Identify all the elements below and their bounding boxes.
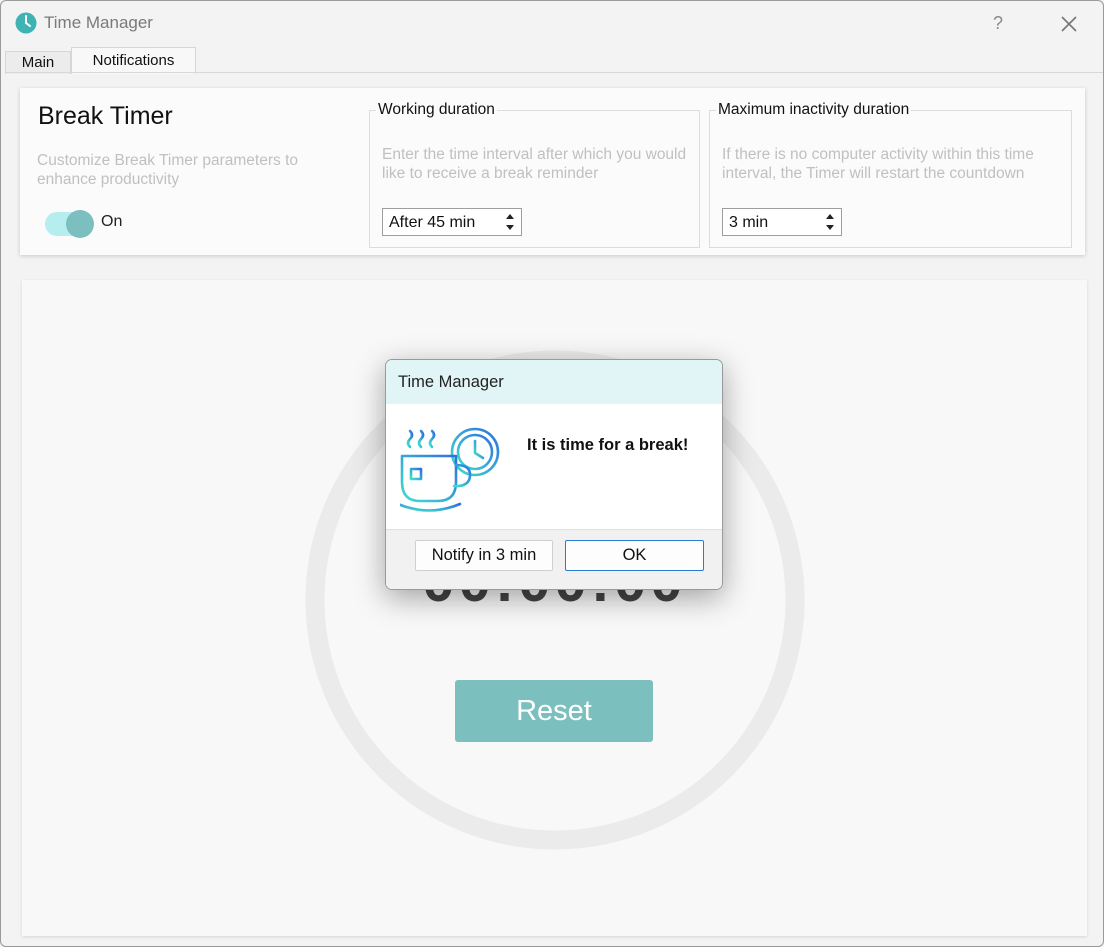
dialog-title: Time Manager (398, 373, 504, 391)
inactivity-duration-spinbox[interactable]: 3 min (722, 208, 842, 236)
title-bar: Time Manager ? (1, 1, 1103, 45)
inactivity-duration-description: If there is no computer activity within … (722, 146, 1034, 182)
toggle-state-label: On (101, 213, 123, 230)
toggle-knob (66, 210, 94, 238)
spin-arrows (821, 211, 839, 233)
inactivity-duration-value[interactable]: 3 min (729, 214, 768, 232)
coffee-cup-clock-icon (400, 427, 500, 512)
tab-divider (5, 72, 1103, 73)
app-window: Time Manager ? Main Notifications Break … (0, 0, 1104, 947)
dialog-message: It is time for a break! (527, 436, 689, 454)
notify-later-button[interactable]: Notify in 3 min (415, 540, 553, 571)
working-duration-spinbox[interactable]: After 45 min (382, 208, 522, 236)
window-title: Time Manager (44, 13, 153, 32)
spin-arrows (501, 211, 519, 233)
working-duration-group: Working duration Enter the time interval… (369, 101, 700, 248)
increment-arrow-icon[interactable] (821, 211, 839, 222)
inactivity-duration-group: Maximum inactivity duration If there is … (709, 101, 1072, 248)
working-duration-value[interactable]: After 45 min (389, 214, 475, 232)
clock-icon (15, 12, 37, 34)
dialog-footer: Notify in 3 min OK (386, 529, 722, 589)
break-timer-settings-card: Break Timer Customize Break Timer parame… (20, 88, 1085, 255)
tab-notifications[interactable]: Notifications (71, 47, 196, 74)
increment-arrow-icon[interactable] (501, 211, 519, 222)
dialog-header: Time Manager (386, 360, 722, 404)
inactivity-duration-label: Maximum inactivity duration (718, 101, 910, 118)
decrement-arrow-icon[interactable] (821, 222, 839, 233)
close-icon[interactable] (1055, 10, 1083, 38)
help-button[interactable]: ? (985, 11, 1011, 35)
decrement-arrow-icon[interactable] (501, 222, 519, 233)
break-timer-title: Break Timer (38, 102, 173, 130)
break-reminder-dialog: Time Manager It is time for a break! Not… (385, 359, 723, 590)
break-timer-description: Customize Break Timer parameters to enha… (37, 152, 299, 188)
tab-main[interactable]: Main (5, 51, 71, 74)
working-duration-label: Working duration (378, 101, 495, 118)
reset-button[interactable]: Reset (455, 680, 653, 742)
ok-button[interactable]: OK (565, 540, 704, 571)
break-timer-toggle[interactable] (45, 210, 94, 238)
working-duration-description: Enter the time interval after which you … (382, 146, 687, 182)
